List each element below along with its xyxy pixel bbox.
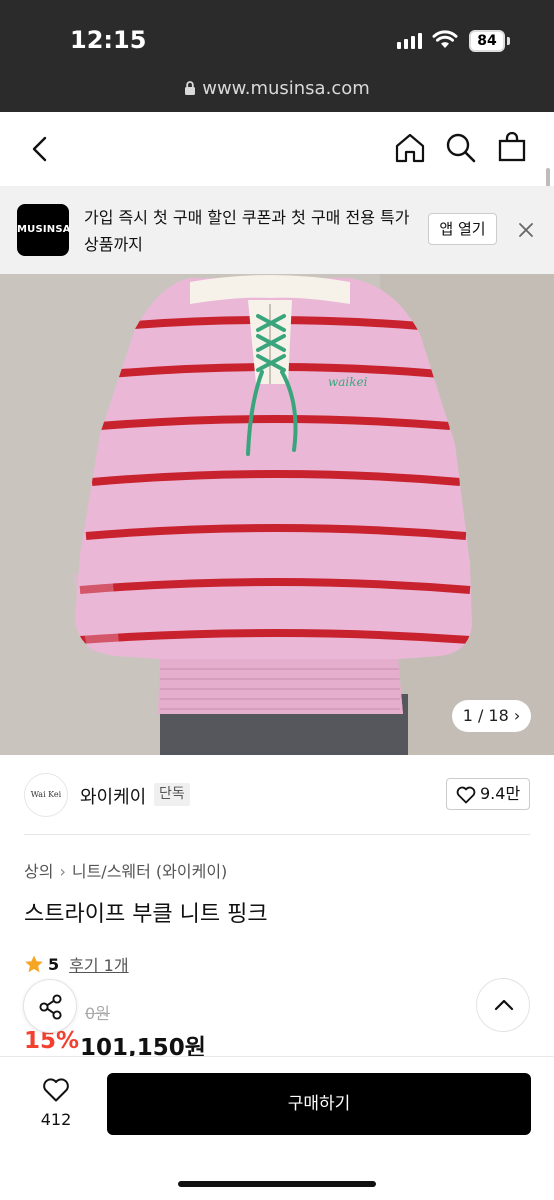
search-icon[interactable]	[445, 132, 477, 164]
share-icon	[39, 994, 62, 1020]
exclusive-badge: 단독	[154, 783, 190, 806]
buy-button[interactable]: 구매하기	[107, 1073, 531, 1135]
wishlist-count: 412	[40, 1110, 72, 1129]
rating-row: 5 후기 1개	[24, 952, 129, 976]
home-icon[interactable]	[394, 132, 426, 164]
rating-score: 5	[48, 954, 60, 974]
wishlist-button[interactable]: 412	[26, 1073, 86, 1137]
chevron-up-icon	[494, 999, 514, 1011]
sweater-tag-text: waikei	[328, 375, 368, 389]
original-price: 0원	[85, 1004, 110, 1023]
wifi-icon	[432, 30, 458, 48]
home-indicator	[178, 1181, 376, 1187]
product-page: 12:15 84 www.musinsa.com MUSINSA 가입 즉시 첫…	[0, 0, 554, 1200]
scroll-top-button[interactable]	[476, 978, 530, 1032]
share-button[interactable]	[23, 979, 77, 1033]
brand-name[interactable]: 와이케이	[80, 783, 146, 809]
app-header	[0, 112, 554, 186]
heart-icon	[456, 786, 476, 804]
product-title: 스트라이프 부클 니트 핑크	[24, 902, 268, 927]
sweater-photo: waikei	[0, 274, 554, 755]
product-image[interactable]: waikei	[0, 274, 554, 755]
image-counter[interactable]: 1 / 18 ›	[452, 700, 531, 732]
brand-like-button[interactable]: 9.4만	[446, 778, 530, 810]
url-text: www.musinsa.com	[202, 78, 370, 99]
url-bar[interactable]: www.musinsa.com	[0, 78, 554, 99]
heart-icon	[43, 1078, 69, 1102]
divider	[24, 834, 530, 835]
brand-logo[interactable]: Wai Kei	[24, 773, 68, 817]
chevron-right-icon: ›	[59, 862, 66, 881]
chevron-right-icon: ›	[513, 706, 521, 725]
status-bar: 12:15 84 www.musinsa.com	[0, 0, 554, 112]
banner-text: 가입 즉시 첫 구매 할인 쿠폰과 첫 구매 전용 특가 상품까지	[84, 208, 410, 254]
breadcrumb: 상의 › 니트/스웨터 (와이케이)	[24, 858, 227, 882]
battery-cap	[507, 37, 510, 45]
battery-icon: 84	[469, 30, 505, 52]
lock-icon	[185, 81, 196, 95]
image-counter-text: 1 / 18	[462, 706, 509, 725]
back-icon[interactable]	[28, 136, 52, 162]
musinsa-app-logo: MUSINSA	[17, 204, 71, 256]
signal-icon	[397, 33, 422, 49]
close-icon[interactable]	[515, 219, 537, 241]
breadcrumb-level1[interactable]: 상의	[24, 862, 53, 881]
brand-like-count: 9.4만	[480, 784, 521, 803]
breadcrumb-level2[interactable]: 니트/스웨터 (와이케이)	[72, 862, 227, 881]
star-icon	[25, 955, 43, 973]
open-app-button[interactable]: 앱 열기	[428, 213, 497, 245]
app-install-banner: MUSINSA 가입 즉시 첫 구매 할인 쿠폰과 첫 구매 전용 특가 상품까…	[0, 186, 554, 274]
review-count-link[interactable]: 후기 1개	[69, 952, 128, 976]
shopping-bag-icon[interactable]	[497, 131, 527, 163]
status-time: 12:15	[70, 26, 147, 54]
